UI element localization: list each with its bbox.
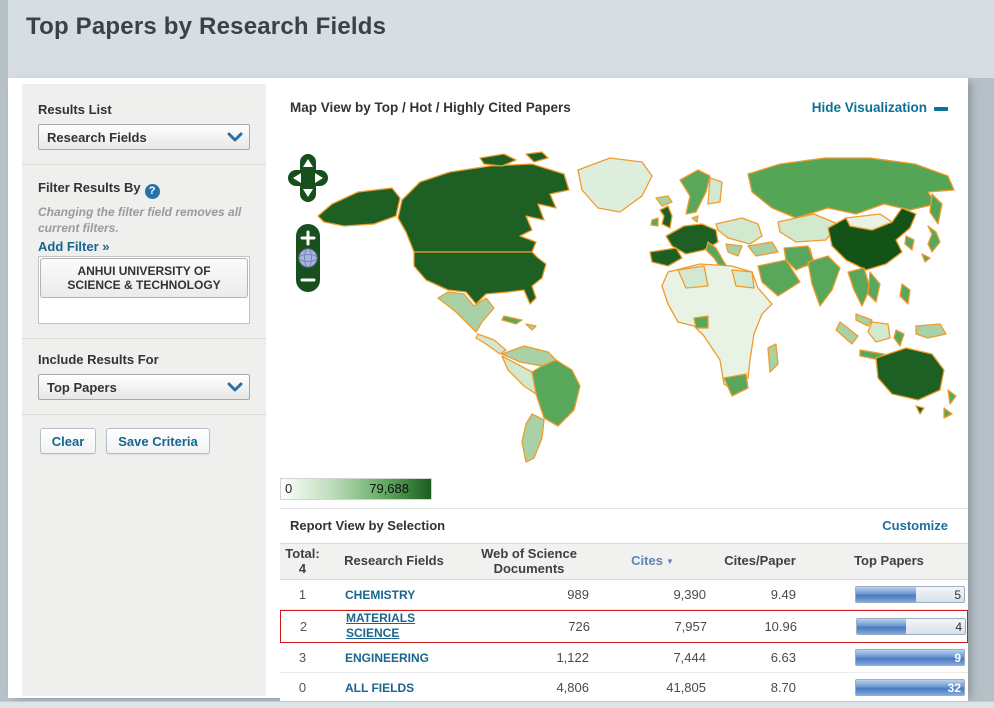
collapse-minus-icon: [934, 106, 948, 111]
top-papers-bar: 9: [855, 649, 965, 666]
sidebar-divider: [22, 338, 266, 339]
row-cites: 7,957: [674, 619, 707, 634]
world-map[interactable]: [280, 132, 968, 468]
map-view-title: Map View by Top / Hot / Highly Cited Pap…: [290, 100, 571, 115]
legend-min: 0: [285, 481, 293, 496]
include-results-value: Top Papers: [47, 379, 117, 395]
row-docs: 726: [568, 619, 590, 634]
add-filter-link[interactable]: Add Filter »: [38, 239, 110, 254]
row-cites: 7,444: [673, 650, 706, 665]
table-row: 0 ALL FIELDS 4,806 41,805 8.70 32: [280, 673, 968, 703]
sort-desc-icon: ▼: [665, 557, 674, 567]
col-header-top-papers: Top Papers: [854, 553, 924, 569]
field-link[interactable]: MATERIALS SCIENCE: [346, 611, 464, 641]
row-cites-per-paper: 9.49: [770, 587, 796, 602]
active-filter-chip[interactable]: ANHUI UNIVERSITY OF SCIENCE & TECHNOLOGY: [40, 258, 248, 298]
top-papers-bar: 4: [856, 618, 966, 635]
clear-button[interactable]: Clear: [40, 428, 96, 454]
active-filter-label: ANHUI UNIVERSITY OF SCIENCE & TECHNOLOGY: [67, 263, 221, 292]
row-rank: 2: [299, 619, 308, 634]
table-row-highlighted: 2 MATERIALS SCIENCE 726 7,957 10.96 4: [280, 610, 968, 643]
main-content: Map View by Top / Hot / Highly Cited Pap…: [280, 84, 968, 703]
row-cites-per-paper: 6.63: [770, 650, 796, 665]
results-list-dropdown[interactable]: Research Fields: [38, 124, 250, 150]
map-zoom-control[interactable]: [296, 224, 320, 292]
col-header-total: Total: 4: [285, 545, 320, 576]
customize-link[interactable]: Customize: [882, 518, 948, 533]
top-papers-bar: 32: [855, 679, 965, 696]
row-cites-per-paper: 10.96: [764, 619, 797, 634]
map-countries[interactable]: [317, 151, 957, 463]
chevron-down-icon: [227, 132, 243, 142]
top-papers-bar: 5: [855, 586, 965, 603]
report-view-title: Report View by Selection: [290, 518, 446, 533]
globe-icon[interactable]: [298, 248, 318, 268]
row-docs: 989: [567, 587, 589, 602]
page-bottom-strip: [0, 701, 994, 708]
row-cites: 9,390: [673, 587, 706, 602]
row-docs: 4,806: [556, 680, 589, 695]
row-rank: 0: [298, 680, 307, 695]
row-cites-per-paper: 8.70: [770, 680, 796, 695]
table-header-row: Total: 4 Research Fields Web of Science …: [280, 543, 968, 580]
results-table: Total: 4 Research Fields Web of Science …: [280, 543, 968, 703]
col-header-cites-per-paper: Cites/Paper: [724, 553, 796, 569]
col-header-cites[interactable]: Cites ▼: [595, 553, 710, 569]
save-criteria-button[interactable]: Save Criteria: [106, 428, 210, 454]
col-header-wos-documents: Web of Science Documents: [481, 545, 577, 576]
map-color-legend: 0 79,688: [280, 478, 432, 500]
section-divider: [280, 508, 968, 509]
legend-max: 79,688: [369, 481, 409, 496]
row-rank: 1: [298, 587, 307, 602]
page-title: Top Papers by Research Fields: [26, 13, 387, 40]
help-icon[interactable]: ?: [144, 184, 160, 199]
chevron-down-icon: [227, 382, 243, 392]
include-results-dropdown[interactable]: Top Papers: [38, 374, 250, 400]
results-list-value: Research Fields: [47, 129, 147, 145]
filters-sidebar: Results List Research Fields Filter Resu…: [22, 84, 266, 696]
col-header-research-fields: Research Fields: [344, 553, 444, 569]
filter-note: Changing the filter field removes all cu…: [38, 205, 242, 236]
results-list-label: Results List: [38, 102, 112, 117]
field-link[interactable]: ALL FIELDS: [345, 681, 414, 696]
filter-results-label: Filter Results By?: [38, 180, 160, 199]
map-pan-control[interactable]: [288, 154, 328, 202]
active-filters-box: ANHUI UNIVERSITY OF SCIENCE & TECHNOLOGY: [38, 256, 250, 324]
row-rank: 3: [298, 650, 307, 665]
sidebar-divider: [22, 164, 266, 165]
map-container: [280, 132, 968, 468]
field-link[interactable]: ENGINEERING: [345, 651, 429, 666]
page-header: Top Papers by Research Fields: [8, 0, 994, 78]
table-row: 1 CHEMISTRY 989 9,390 9.49 5: [280, 580, 968, 610]
include-results-label: Include Results For: [38, 352, 159, 367]
field-link[interactable]: CHEMISTRY: [345, 588, 415, 603]
hide-visualization-link[interactable]: Hide Visualization: [812, 100, 948, 115]
app-window: Top Papers by Research Fields Results Li…: [0, 0, 994, 708]
table-row: 3 ENGINEERING 1,122 7,444 6.63 9: [280, 643, 968, 673]
row-docs: 1,122: [556, 650, 589, 665]
row-cites: 41,805: [666, 680, 706, 695]
sidebar-divider: [22, 414, 266, 415]
